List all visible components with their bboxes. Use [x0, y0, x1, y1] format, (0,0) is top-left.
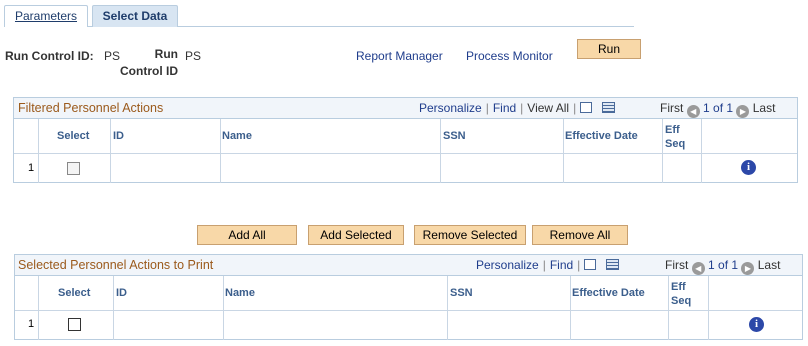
grid-toolbar: Personalize | Find | — [476, 258, 619, 272]
add-all-button[interactable]: Add All — [197, 225, 297, 245]
col-header-eff: Eff — [671, 281, 686, 293]
download-grid-icon[interactable] — [601, 102, 615, 113]
new-window-icon[interactable] — [584, 259, 597, 270]
column-divider — [223, 276, 224, 340]
row-number: 1 — [28, 318, 35, 330]
col-header-select: Select — [57, 130, 90, 142]
new-window-icon[interactable] — [580, 102, 593, 113]
grid-title: Selected Personnel Actions to Print — [18, 258, 214, 272]
tab-select-data[interactable]: Select Data — [92, 5, 178, 27]
add-selected-button[interactable]: Add Selected — [308, 225, 404, 245]
circle-right-arrow-icon[interactable]: ▶ — [736, 105, 750, 118]
grid-pager: First ◀ 1 of 1 ▶ Last — [665, 258, 780, 275]
col-header-select: Select — [58, 287, 91, 299]
select-checkbox[interactable] — [67, 162, 80, 175]
column-divider — [38, 119, 39, 183]
run-control-id-label-2: Run Control ID — [118, 46, 178, 80]
range-label: 1 of 1 — [708, 258, 739, 272]
column-divider — [447, 276, 448, 340]
select-checkbox[interactable] — [68, 318, 81, 331]
col-header-ssn: SSN — [443, 130, 466, 142]
download-grid-icon[interactable] — [605, 259, 619, 270]
grid-pager: First ◀ 1 of 1 ▶ Last — [660, 101, 775, 118]
col-header-effective-date: Effective Date — [565, 130, 638, 142]
view-all-link[interactable]: View All — [527, 101, 569, 115]
tab-select-data-label: Select Data — [102, 9, 168, 23]
col-header-id: ID — [113, 130, 124, 142]
range-label: 1 of 1 — [703, 101, 734, 115]
column-divider — [220, 119, 221, 183]
column-divider — [110, 119, 111, 183]
col-header-seq: Seq — [665, 138, 686, 150]
first-label[interactable]: First — [660, 101, 683, 115]
col-header-id: ID — [116, 287, 127, 299]
first-label[interactable]: First — [665, 258, 688, 272]
tab-parameters-label: Parameters — [14, 9, 78, 23]
col-header-name: Name — [225, 287, 255, 299]
column-divider — [113, 276, 114, 340]
column-divider — [440, 119, 441, 183]
col-header-eff-seq: Eff Seq — [671, 280, 691, 308]
header-divider — [14, 153, 797, 154]
last-label[interactable]: Last — [758, 258, 781, 272]
last-label[interactable]: Last — [753, 101, 776, 115]
run-button[interactable]: Run — [577, 39, 641, 59]
run-label-line2: Control ID — [120, 64, 178, 78]
column-divider — [701, 119, 702, 183]
info-icon[interactable]: i — [741, 160, 756, 175]
circle-left-arrow-icon[interactable]: ◀ — [686, 105, 700, 118]
process-monitor-link[interactable]: Process Monitor — [466, 49, 553, 63]
selected-personnel-actions-grid: Selected Personnel Actions to Print Pers… — [14, 254, 803, 340]
report-manager-link[interactable]: Report Manager — [356, 49, 443, 63]
col-header-seq: Seq — [671, 295, 692, 307]
run-control-id-label: Run Control ID: — [5, 49, 94, 63]
grid-header: Selected Personnel Actions to Print Pers… — [15, 255, 802, 276]
grid-toolbar: Personalize | Find | View All | — [419, 101, 615, 115]
column-divider — [570, 276, 571, 340]
find-link[interactable]: Find — [493, 101, 516, 115]
col-header-ssn: SSN — [450, 287, 473, 299]
col-header-eff-seq: Eff Seq — [665, 123, 685, 151]
circle-left-arrow-icon[interactable]: ◀ — [691, 262, 705, 275]
find-link[interactable]: Find — [550, 258, 573, 272]
personalize-link[interactable]: Personalize — [476, 258, 539, 272]
circle-right-arrow-icon[interactable]: ▶ — [741, 262, 755, 275]
remove-selected-button[interactable]: Remove Selected — [414, 225, 526, 245]
column-divider — [668, 276, 669, 340]
run-label-line1: Run — [154, 47, 178, 61]
row-number: 1 — [28, 162, 35, 174]
info-icon[interactable]: i — [749, 317, 764, 332]
header-divider — [15, 310, 802, 311]
grid-header: Filtered Personnel Actions Personalize | F… — [14, 98, 797, 119]
grid-title: Filtered Personnel Actions — [18, 101, 164, 115]
column-divider — [708, 276, 709, 340]
col-header-name: Name — [222, 130, 252, 142]
column-divider — [563, 119, 564, 183]
column-divider — [662, 119, 663, 183]
personalize-link[interactable]: Personalize — [419, 101, 482, 115]
col-header-eff: Eff — [665, 124, 680, 136]
tab-parameters[interactable]: Parameters — [4, 5, 88, 27]
filtered-personnel-actions-grid: Filtered Personnel Actions Personalize | F… — [13, 97, 798, 183]
column-divider — [38, 276, 39, 340]
remove-all-button[interactable]: Remove All — [532, 225, 628, 245]
col-header-effective-date: Effective Date — [572, 287, 645, 299]
run-control-id-value-2: PS — [185, 49, 202, 63]
